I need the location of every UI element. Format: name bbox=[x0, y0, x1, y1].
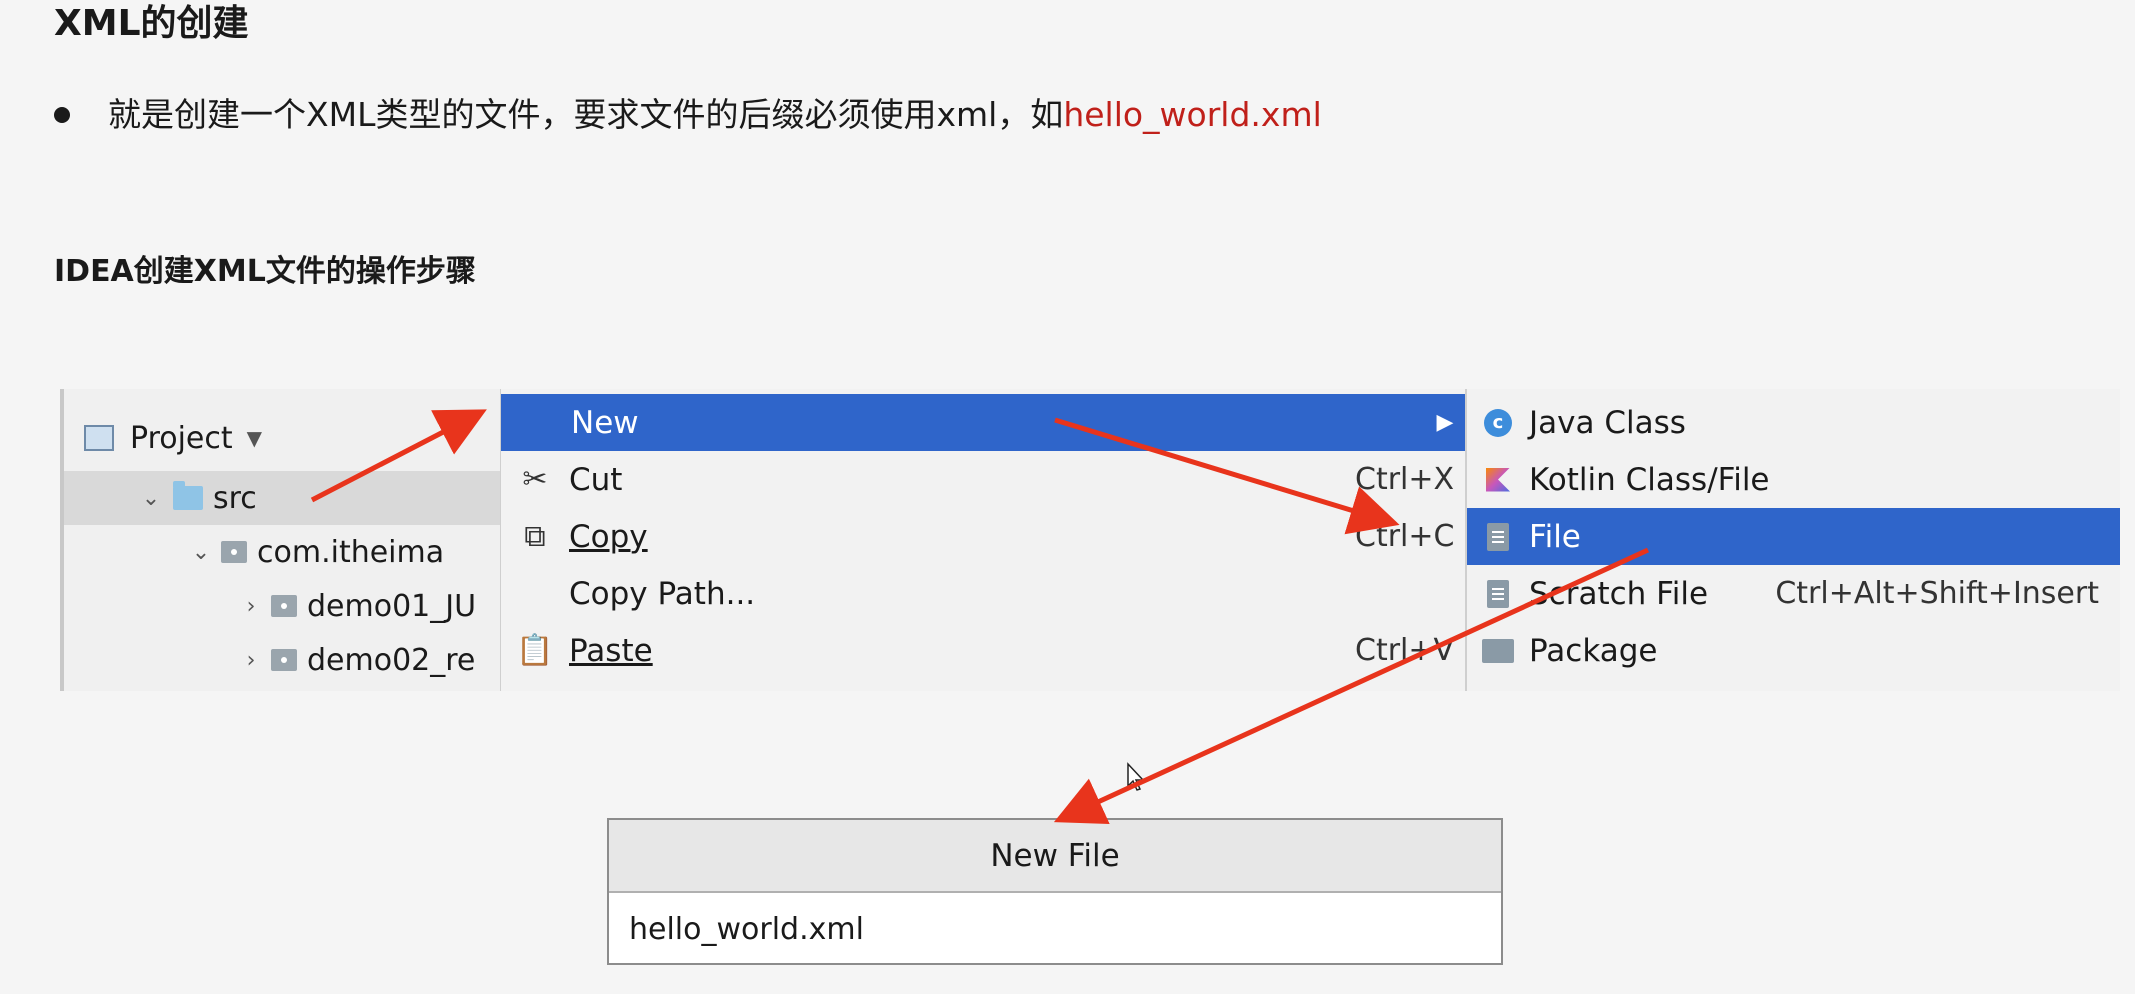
submenu-item-java-class[interactable]: c Java Class bbox=[1467, 394, 2120, 451]
menu-item-copy[interactable]: ⧉ Copy Ctrl+C bbox=[501, 508, 1465, 565]
tree-node-package[interactable]: ⌄ com.itheima bbox=[189, 525, 444, 579]
mouse-cursor-icon bbox=[1127, 762, 1145, 791]
file-icon bbox=[1487, 522, 1509, 551]
copy-icon: ⧉ bbox=[524, 519, 546, 554]
submenu-arrow-icon: ▶ bbox=[1436, 410, 1454, 435]
section-subheading: IDEA创建XML文件的操作步骤 bbox=[54, 254, 476, 289]
tree-label: com.itheima bbox=[257, 534, 445, 570]
package-icon bbox=[221, 541, 247, 563]
scratch-file-icon bbox=[1487, 579, 1509, 608]
bullet-item: 就是创建一个XML类型的文件，要求文件的后缀必须使用xml，如 hello_wor… bbox=[54, 92, 1322, 138]
context-menu: New ▶ ✂ Cut Ctrl+X ⧉ Copy Ctrl+C Copy Pa… bbox=[500, 389, 1466, 691]
folder-icon bbox=[173, 481, 203, 510]
project-panel: Project ▼ ⌄ src ⌄ com.itheima › demo01_J… bbox=[60, 389, 504, 691]
chevron-down-icon: ⌄ bbox=[141, 485, 161, 511]
tree-node-demo02[interactable]: › demo02_re bbox=[239, 633, 476, 687]
java-class-icon: c bbox=[1484, 408, 1512, 437]
ide-screenshot: Project ▼ ⌄ src ⌄ com.itheima › demo01_J… bbox=[60, 389, 2120, 691]
clipboard-icon: 📋 bbox=[516, 633, 554, 668]
project-icon bbox=[84, 425, 114, 451]
submenu-item-package[interactable]: Package bbox=[1467, 622, 2120, 679]
menu-item-paste[interactable]: 📋 Paste Ctrl+V bbox=[501, 622, 1465, 679]
new-file-dialog: New File hello_world.xml bbox=[607, 818, 1503, 965]
submenu-item-file[interactable]: File bbox=[1467, 508, 2120, 565]
caret-down-icon: ▼ bbox=[246, 426, 263, 450]
tree-label: src bbox=[213, 480, 257, 516]
menu-item-cut[interactable]: ✂ Cut Ctrl+X bbox=[501, 451, 1465, 508]
bullet-dot-icon bbox=[54, 107, 70, 123]
chevron-right-icon: › bbox=[246, 593, 256, 619]
filename-input[interactable]: hello_world.xml bbox=[609, 893, 1501, 965]
chevron-right-icon: › bbox=[246, 647, 256, 673]
package-icon bbox=[271, 649, 297, 671]
menu-item-copy-path[interactable]: Copy Path... bbox=[501, 565, 1465, 622]
tree-label: demo01_JU bbox=[307, 588, 477, 624]
project-title: Project bbox=[130, 420, 233, 456]
menu-item-new[interactable]: New ▶ bbox=[501, 394, 1465, 451]
package-icon bbox=[271, 595, 297, 617]
folder-icon bbox=[1482, 638, 1514, 663]
bullet-text: 就是创建一个XML类型的文件，要求文件的后缀必须使用xml，如 bbox=[108, 95, 1064, 134]
chevron-down-icon: ⌄ bbox=[191, 539, 211, 565]
page-title: XML的创建 bbox=[54, 3, 249, 44]
submenu-item-kotlin[interactable]: Kotlin Class/File bbox=[1467, 451, 2120, 508]
submenu-item-scratch-file[interactable]: Scratch File Ctrl+Alt+Shift+Insert bbox=[1467, 565, 2120, 622]
filename-example: hello_world.xml bbox=[1063, 95, 1322, 134]
dialog-title: New File bbox=[609, 820, 1501, 893]
new-submenu: c Java Class Kotlin Class/File File Scra… bbox=[1466, 389, 2120, 691]
tree-label: demo02_re bbox=[307, 642, 476, 678]
kotlin-icon bbox=[1486, 467, 1510, 492]
tree-node-src[interactable]: ⌄ src bbox=[64, 471, 504, 525]
scissors-icon: ✂ bbox=[522, 462, 548, 497]
tree-node-demo01[interactable]: › demo01_JU bbox=[239, 579, 476, 633]
project-view-selector[interactable]: Project ▼ bbox=[84, 411, 262, 465]
